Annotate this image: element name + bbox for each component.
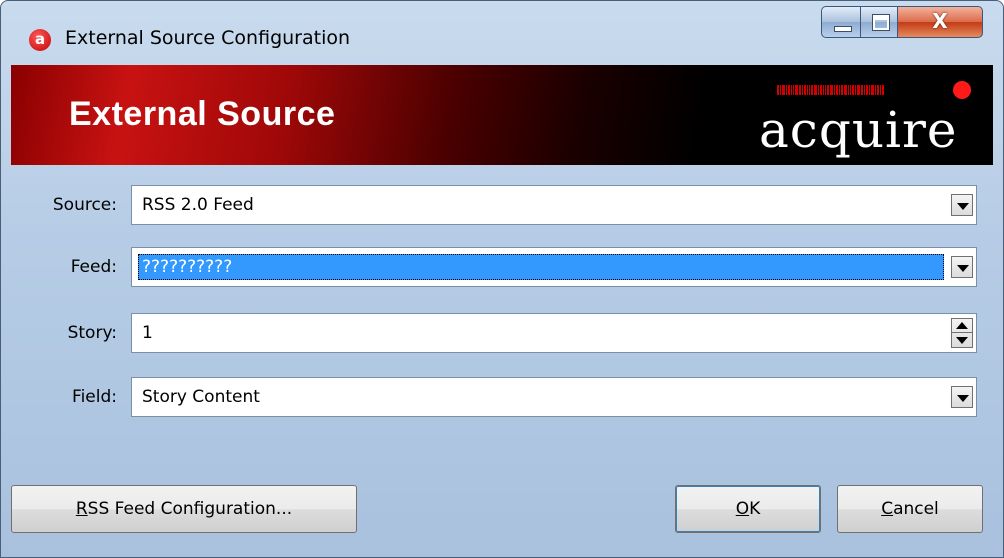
cancel-button[interactable]: Cancel bbox=[837, 485, 983, 533]
logo-dot-icon bbox=[953, 81, 971, 99]
rss-feed-configuration-button[interactable]: RSS Feed Configuration... bbox=[11, 485, 357, 533]
ok-button[interactable]: OK bbox=[675, 485, 821, 533]
feed-dropdown[interactable]: ?????????? bbox=[131, 247, 977, 287]
acquire-logo-icon: a bbox=[29, 29, 51, 51]
minimize-icon bbox=[834, 26, 852, 32]
external-source-configuration-window: a External Source Configuration X Extern… bbox=[0, 0, 1004, 558]
maximize-button[interactable] bbox=[860, 6, 898, 38]
rss-config-label: SS Feed Configuration... bbox=[87, 499, 293, 519]
cancel-mnemonic: C bbox=[881, 499, 894, 519]
field-value: Story Content bbox=[142, 387, 260, 407]
chevron-down-icon[interactable] bbox=[951, 194, 973, 216]
rss-config-mnemonic: R bbox=[75, 499, 88, 519]
source-dropdown[interactable]: RSS 2.0 Feed bbox=[131, 185, 977, 225]
minimize-button[interactable] bbox=[821, 6, 861, 38]
close-icon: X bbox=[932, 9, 948, 33]
chevron-down-icon[interactable] bbox=[956, 337, 968, 344]
title-bar[interactable]: a External Source Configuration X bbox=[1, 1, 1003, 73]
story-spin-buttons[interactable] bbox=[951, 318, 973, 348]
selection-highlight bbox=[138, 254, 944, 280]
story-value: 1 bbox=[142, 323, 153, 343]
ok-label: K bbox=[749, 499, 761, 519]
header-banner: External Source acquire bbox=[11, 65, 993, 165]
field-label: Field: bbox=[72, 387, 117, 407]
chevron-down-icon[interactable] bbox=[951, 386, 973, 408]
ok-mnemonic: O bbox=[735, 499, 750, 519]
story-label: Story: bbox=[67, 323, 117, 343]
source-label: Source: bbox=[52, 195, 117, 215]
acquire-logo: acquire bbox=[759, 75, 987, 159]
chevron-down-icon[interactable] bbox=[951, 256, 973, 278]
source-value: RSS 2.0 Feed bbox=[142, 195, 254, 215]
logo-wordmark: acquire bbox=[759, 101, 958, 159]
close-button[interactable]: X bbox=[897, 6, 983, 38]
maximize-icon bbox=[872, 14, 890, 31]
spin-divider bbox=[952, 332, 972, 333]
story-spinbox[interactable]: 1 bbox=[131, 313, 977, 353]
banner-heading: External Source bbox=[69, 95, 336, 133]
logo-barcode-icon bbox=[777, 85, 957, 95]
feed-label: Feed: bbox=[70, 257, 117, 277]
window-title: External Source Configuration bbox=[65, 27, 351, 49]
feed-value: ?????????? bbox=[142, 257, 233, 277]
cancel-label: ancel bbox=[893, 499, 939, 519]
field-dropdown[interactable]: Story Content bbox=[131, 377, 977, 417]
chevron-up-icon[interactable] bbox=[956, 322, 968, 329]
